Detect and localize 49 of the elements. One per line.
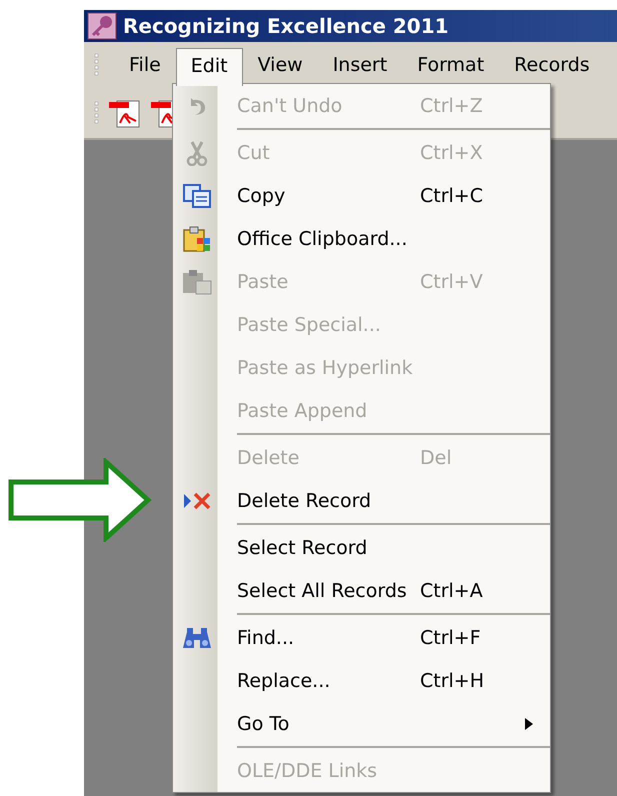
shortcut-label: Ctrl+H: [420, 670, 486, 692]
menu-item[interactable]: Go To: [173, 702, 550, 745]
scissors-icon: [186, 140, 208, 166]
menu-title[interactable]: File: [114, 47, 176, 83]
menu-item[interactable]: Office Clipboard...: [173, 217, 550, 260]
shortcut-label: Ctrl+A: [420, 580, 484, 602]
key-icon: [87, 12, 117, 40]
shortcut-label: Ctrl+C: [420, 184, 484, 206]
menu-item-label: Paste as Hyperlink: [237, 356, 414, 378]
delete-record-icon: [182, 490, 212, 510]
binoculars-icon: [182, 626, 212, 650]
menu-item-label: OLE/DDE Links: [237, 760, 378, 782]
menu-title[interactable]: Format: [402, 47, 500, 83]
paste-icon: [181, 268, 213, 294]
menu-item-label: Replace...: [237, 670, 332, 692]
menu-title[interactable]: Insert: [318, 47, 402, 83]
menu-item-label: Find...: [237, 626, 296, 648]
menu-item-label: Delete Record: [237, 490, 372, 512]
menu-item-label: Cut: [237, 142, 271, 164]
menu-item-label: Paste: [237, 270, 290, 292]
menu-item[interactable]: Delete Record: [173, 479, 550, 522]
shortcut-label: Ctrl+F: [420, 626, 482, 648]
copy-icon: [182, 182, 212, 208]
menu-item[interactable]: Select All Records Ctrl+A: [173, 569, 550, 612]
menu-item-label: Paste Special...: [237, 314, 382, 336]
menu-item[interactable]: Select Record: [173, 526, 550, 569]
menu-item[interactable]: Copy Ctrl+C: [173, 174, 550, 217]
menu-item-label: Can't Undo: [237, 94, 344, 116]
menu-item-label: Select All Records: [237, 580, 408, 602]
menu-title[interactable]: Edit: [176, 48, 243, 86]
menu-item-label: Delete: [237, 446, 300, 468]
menu-item-label: Copy: [237, 184, 286, 206]
window-title: Recognizing Excellence 2011: [123, 14, 449, 38]
grip-icon: [94, 100, 100, 126]
clipboard-icon: [182, 224, 212, 252]
menu-item-label: Office Clipboard...: [237, 228, 408, 250]
menu-title[interactable]: View: [242, 47, 318, 83]
menu-item[interactable]: Replace... Ctrl+H: [173, 659, 550, 702]
shortcut-label: Del: [420, 446, 453, 468]
shortcut-label: Ctrl+Z: [420, 94, 484, 116]
grip-icon: [94, 52, 100, 78]
shortcut-label: Ctrl+V: [420, 270, 484, 292]
pointer-arrow-icon: [8, 458, 152, 542]
menu-item-label: Go To: [237, 712, 290, 734]
menu-title[interactable]: Records: [499, 47, 605, 83]
menu-item[interactable]: Find... Ctrl+F: [173, 616, 550, 659]
menu-item-label: Paste Append: [237, 400, 368, 422]
menu-item-label: Select Record: [237, 536, 368, 558]
shortcut-label: Ctrl+X: [420, 142, 484, 164]
